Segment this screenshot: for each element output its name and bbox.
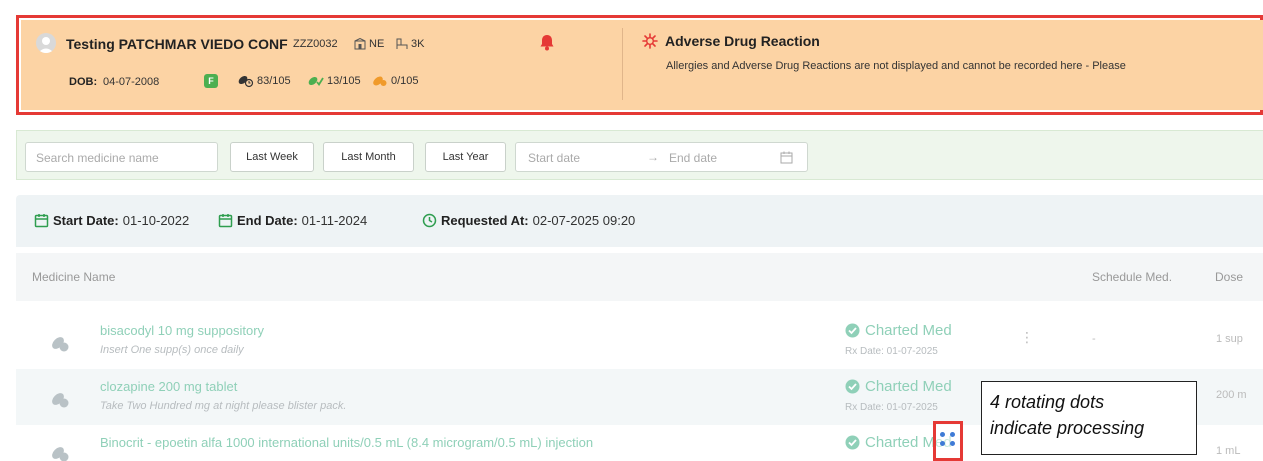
col-schedule-med[interactable]: Schedule Med. [1092,270,1172,284]
processing-dot [950,432,955,437]
medicine-name[interactable]: clozapine 200 mg tablet [100,379,237,394]
stat-pending: 0/105 [371,74,419,88]
last-year-button[interactable]: Last Year [425,142,506,172]
ward-icon [354,38,366,50]
row-menu-icon[interactable]: ⋮ [1020,330,1034,344]
requested-at-info: Requested At: 02-07-2025 09:20 [422,213,635,228]
check-circle-icon [845,379,860,394]
patient-ward: NE [354,38,384,50]
pill-check-icon [308,76,324,87]
calendar-icon [34,214,49,228]
patient-banner: Testing PATCHMAR VIEDO CONF ZZZ0032 NE 3… [21,20,1263,110]
date-info-bar: Start Date: 01-10-2022 End Date: 01-11-202… [16,195,1263,247]
adr-warning-icon [642,33,658,54]
pill-icon [52,447,69,461]
dose: 200 m [1216,389,1247,401]
range-arrow: → [647,150,659,164]
medicine-instruction: Take Two Hundred mg at night please blis… [100,400,347,412]
processing-dot [950,441,955,446]
processing-dot [940,432,945,437]
dose: 1 mL [1216,445,1241,457]
dob-label: DOB: [69,76,98,88]
rx-date: Rx Date: 01-07-2025 [845,402,938,413]
rx-date: Rx Date: 01-07-2025 [845,346,938,357]
stat-checked: 13/105 [307,74,361,88]
col-dose[interactable]: Dose [1215,270,1243,284]
stat-administered: 83/105 [237,74,291,88]
search-medicine-input[interactable]: Search medicine name [25,142,218,172]
pill-clock-icon [238,75,254,88]
dob-value: 04-07-2008 [103,76,160,88]
start-date-info: Start Date: 01-10-2022 [34,213,189,228]
adr-text: Allergies and Adverse Drug Reactions are… [666,60,1126,72]
check-circle-icon [845,435,860,450]
patient-name[interactable]: Testing PATCHMAR VIEDO CONF [66,36,288,52]
calendar-icon [218,214,233,228]
schedule-med: - [1092,333,1096,345]
col-medicine-name[interactable]: Medicine Name [32,270,115,284]
status-badge: Charted Med [845,378,952,395]
patient-avatar [36,33,56,53]
start-date-input[interactable]: Start date [528,151,580,165]
medicine-name[interactable]: Binocrit - epoetin alfa 1000 internation… [100,435,593,450]
check-circle-icon [845,323,860,338]
bell-icon[interactable] [539,34,555,56]
end-date-input[interactable]: End date [669,151,717,165]
date-range-picker[interactable]: Start date → End date [515,142,808,172]
filter-bar: Search medicine name Last Week Last Mont… [16,130,1263,180]
medicine-instruction: Insert One supp(s) once daily [100,344,244,356]
callout-line-1: 4 rotating dots [990,392,1105,412]
pill-icon [52,393,69,408]
clock-icon [422,213,437,228]
last-week-button[interactable]: Last Week [230,142,314,172]
callout-line-2: indicate processing [990,418,1145,438]
calendar-icon[interactable] [780,151,793,164]
dose: 1 sup [1216,333,1243,345]
patient-id: ZZZ0032 [293,38,338,50]
pill-icon [52,337,69,352]
table-row[interactable]: bisacodyl 10 mg suppository Insert One s… [16,313,1263,369]
table-header: Medicine Name Schedule Med. Dose [16,253,1263,301]
bed-icon [396,38,408,49]
pill-orange-icon [373,76,387,86]
gender-badge: F [204,74,218,88]
end-date-info: End Date: 01-11-2024 [218,213,367,228]
annotation-callout: 4 rotating dots indicate processing [981,381,1197,455]
patient-bed: 3K [396,38,424,50]
adr-title: Adverse Drug Reaction [665,33,820,49]
last-month-button[interactable]: Last Month [323,142,414,172]
banner-divider [622,28,623,100]
status-badge: Charted Med [845,322,952,339]
processing-indicator [933,421,963,461]
medicine-name[interactable]: bisacodyl 10 mg suppository [100,323,264,338]
processing-dot [940,441,945,446]
